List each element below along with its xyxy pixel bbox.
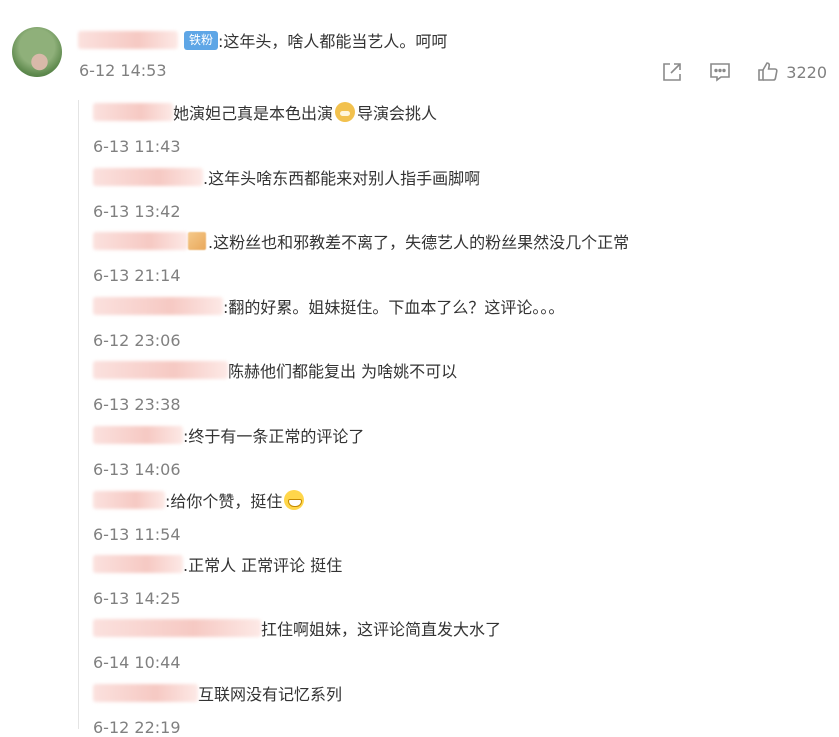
reply-item: 互联网没有记忆系列 6-12 22:19 bbox=[93, 680, 342, 737]
redacted-username[interactable] bbox=[93, 491, 165, 509]
reply-time: 6-13 14:06 bbox=[93, 460, 181, 479]
reply-item: :终于有一条正常的评论了 6-13 14:06 bbox=[93, 422, 364, 479]
reply-item: 扛住啊姐妹，这评论简直发大水了 6-14 10:44 bbox=[93, 615, 501, 672]
reply-item: .正常人 正常评论 挺住 6-13 14:25 bbox=[93, 551, 342, 608]
like-button[interactable]: 3220 bbox=[756, 60, 827, 84]
reply-time: 6-13 21:14 bbox=[93, 266, 181, 285]
like-count: 3220 bbox=[786, 62, 827, 82]
reply-item: :翻的好累。姐妹挺住。下血本了么？这评论。。。 6-12 23:06 bbox=[93, 293, 564, 350]
redacted-username[interactable] bbox=[93, 168, 203, 186]
redacted-username[interactable] bbox=[93, 361, 228, 379]
reply-text: 扛住啊姐妹，这评论简直发大水了 bbox=[261, 620, 502, 639]
reply-time: 6-13 11:54 bbox=[93, 525, 181, 544]
reply-time: 6-13 11:43 bbox=[93, 137, 181, 156]
redacted-username[interactable] bbox=[93, 232, 188, 250]
reply-text: 陈赫他们都能复出 为啥姚不可以 bbox=[228, 362, 458, 381]
like-icon bbox=[758, 62, 778, 81]
reply-button[interactable] bbox=[708, 60, 732, 84]
redacted-username[interactable] bbox=[93, 103, 173, 121]
redacted-username[interactable] bbox=[93, 555, 183, 573]
avatar-fragment-icon bbox=[188, 232, 206, 250]
reply-item: .这年头啥东西都能来对别人指手画脚啊 6-13 13:42 bbox=[93, 164, 480, 221]
redacted-username[interactable] bbox=[93, 684, 198, 702]
reply-text: .这粉丝也和邪教差不离了，失德艺人的粉丝果然没几个正常 bbox=[208, 233, 630, 252]
share-icon bbox=[663, 63, 682, 81]
reply-time: 6-12 22:19 bbox=[93, 718, 181, 737]
avatar[interactable] bbox=[12, 27, 62, 77]
reply-time: 6-12 23:06 bbox=[93, 331, 181, 350]
comment-icon bbox=[710, 63, 731, 82]
reply-time: 6-13 13:42 bbox=[93, 202, 181, 221]
doge-emoji-icon bbox=[335, 102, 356, 122]
comment-actions: 3220 bbox=[636, 60, 827, 84]
grin-emoji-icon bbox=[284, 490, 305, 510]
reply-text: 她演妲己真是本色出演 bbox=[173, 104, 334, 123]
reply-text: :翻的好累。姐妹挺住。下血本了么？这评论。。。 bbox=[223, 298, 565, 317]
reply-time: 6-13 14:25 bbox=[93, 589, 181, 608]
redacted-username[interactable] bbox=[93, 297, 223, 315]
reply-text: :给你个赞，挺住 bbox=[165, 492, 283, 511]
reply-text: .正常人 正常评论 挺住 bbox=[183, 556, 343, 575]
reply-item: .这粉丝也和邪教差不离了，失德艺人的粉丝果然没几个正常 6-13 21:14 bbox=[93, 228, 629, 285]
fan-badge: 铁粉 bbox=[184, 30, 219, 50]
reply-item: 她演妲己真是本色出演 导演会挑人 6-13 11:43 bbox=[93, 99, 437, 156]
reply-text-after: 导演会挑人 bbox=[357, 104, 438, 123]
reply-time: 6-14 10:44 bbox=[93, 653, 181, 672]
comment-time: 6-12 14:53 bbox=[79, 61, 167, 80]
thread-divider bbox=[78, 100, 79, 729]
redacted-username[interactable] bbox=[78, 31, 178, 49]
share-button[interactable] bbox=[660, 60, 684, 84]
reply-item: 陈赫他们都能复出 为啥姚不可以 6-13 23:38 bbox=[93, 357, 457, 414]
comment-text: :这年头，啥人都能当艺人。呵呵 bbox=[218, 32, 448, 51]
redacted-username[interactable] bbox=[93, 619, 261, 637]
reply-time: 6-13 23:38 bbox=[93, 395, 181, 414]
comment-header: 铁粉 :这年头，啥人都能当艺人。呵呵 bbox=[78, 28, 447, 52]
reply-text: .这年头啥东西都能来对别人指手画脚啊 bbox=[203, 169, 481, 188]
reply-thread: 她演妲己真是本色出演 导演会挑人 6-13 11:43 .这年头啥东西都能来对别… bbox=[78, 99, 818, 737]
reply-text: 互联网没有记忆系列 bbox=[198, 685, 343, 704]
reply-text: :终于有一条正常的评论了 bbox=[183, 427, 365, 446]
reply-item: :给你个赞，挺住 6-13 11:54 bbox=[93, 487, 306, 544]
redacted-username[interactable] bbox=[93, 426, 183, 444]
